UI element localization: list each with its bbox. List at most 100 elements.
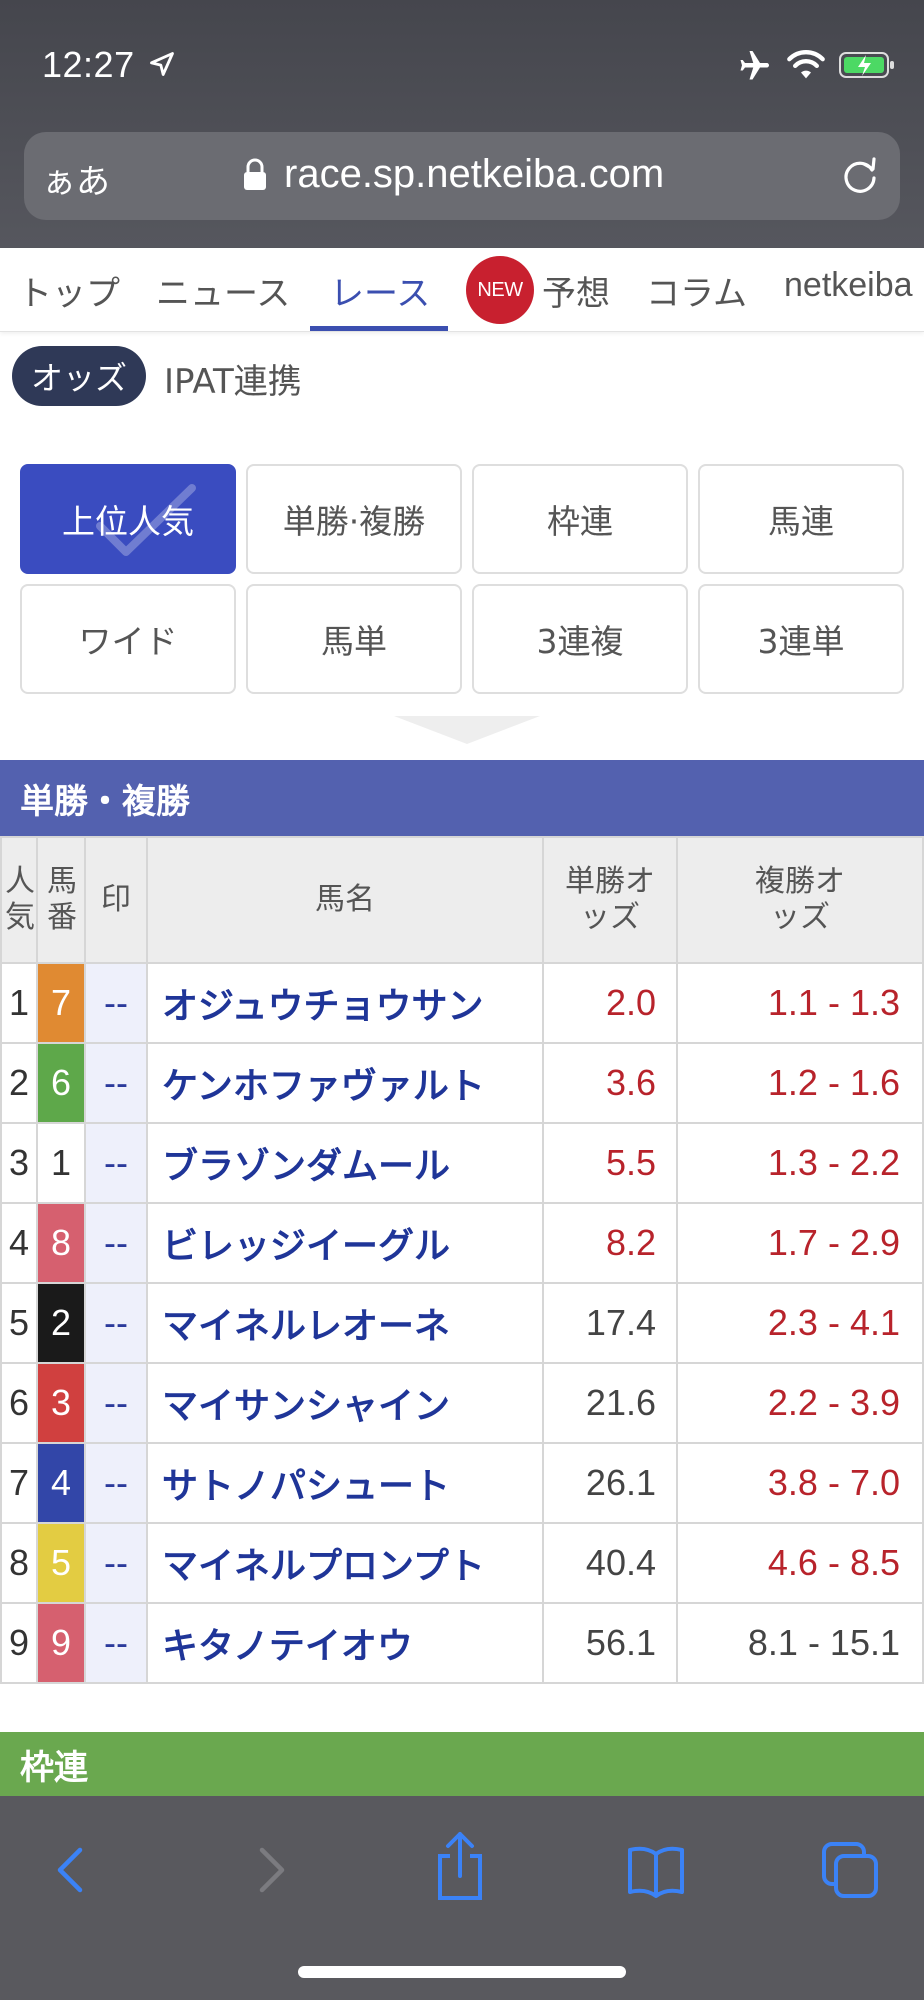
bet-type-trio[interactable]: 3連複 [472,584,688,694]
popularity-cell: 6 [0,1362,38,1444]
nav-race[interactable]: レース [330,266,430,315]
horse-name-link[interactable]: サトノパシュート [146,1442,544,1524]
header-popularity[interactable]: 人気 [0,836,38,964]
bet-type-label: 枠連 [547,502,613,541]
popularity-cell: 8 [0,1522,38,1604]
nav-prediction[interactable]: 予想 [542,266,610,315]
win-odds-cell: 17.4 [542,1282,678,1364]
horse-number-cell: 3 [36,1362,86,1444]
mark-cell[interactable]: -- [84,1362,148,1444]
odds-tab[interactable]: オッズ [12,346,146,406]
header-horse-number-text: 馬番 [47,865,77,934]
mark-cell[interactable]: -- [84,1442,148,1524]
bookmarks-icon[interactable] [624,1838,688,1902]
nav-netkeiba[interactable]: netkeiba [784,266,913,305]
nav-active-underline [310,326,448,331]
bet-type-quinella[interactable]: 馬連 [698,464,904,574]
section-pointer-icon [394,716,540,744]
horse-number-cell: 9 [36,1602,86,1684]
url-text[interactable]: race.sp.netkeiba.com [284,152,664,197]
horse-name-link[interactable]: マイサンシャイン [146,1362,544,1444]
header-popularity-text: 人気 [5,865,35,934]
share-icon[interactable] [428,1828,492,1904]
bet-type-trifecta[interactable]: 3連単 [698,584,904,694]
battery-charging-icon [839,52,894,78]
site-nav: トップ ニュース レース NEW 予想 コラム netkeiba [0,248,924,332]
place-odds-cell: 2.2 - 3.9 [676,1362,924,1444]
horse-number-cell: 5 [36,1522,86,1604]
place-odds-cell: 8.1 - 15.1 [676,1602,924,1684]
status-bar: 12:27 [0,0,924,120]
reload-icon[interactable] [838,154,882,198]
bet-type-label: 馬単 [321,622,387,661]
bet-type-top-popular[interactable]: 上位人気 [20,464,236,574]
horse-name-link[interactable]: キタノテイオウ [146,1602,544,1684]
odds-table-body: 1 7 -- オジュウチョウサン 2.0 1.1 - 1.3 2 6 -- ケンホファヴァルト 3.… [0,962,924,1684]
mark-cell[interactable]: -- [84,1122,148,1204]
place-odds-cell: 3.8 - 7.0 [676,1442,924,1524]
win-odds-cell: 3.6 [542,1042,678,1124]
horse-name-link[interactable]: ブラゾンダムール [146,1122,544,1204]
nav-news[interactable]: ニュース [156,266,290,315]
table-row: 6 3 -- マイサンシャイン 21.6 2.2 - 3.9 [0,1362,924,1444]
status-time: 12:27 [42,44,135,85]
bet-type-wide[interactable]: ワイド [20,584,236,694]
mark-cell[interactable]: -- [84,1282,148,1364]
place-odds-cell: 1.2 - 1.6 [676,1042,924,1124]
ipat-link[interactable]: IPAT連携 [164,354,302,403]
bet-type-label: 上位人気 [62,502,194,541]
bet-type-label: 3連複 [536,622,624,661]
horse-name-link[interactable]: オジュウチョウサン [146,962,544,1044]
bet-type-label: 3連単 [757,622,845,661]
popularity-cell: 5 [0,1282,38,1364]
popularity-cell: 9 [0,1602,38,1684]
lock-icon [244,158,266,190]
mark-cell[interactable]: -- [84,1522,148,1604]
win-odds-cell: 2.0 [542,962,678,1044]
nav-top[interactable]: トップ [18,266,120,315]
popularity-cell: 1 [0,962,38,1044]
horse-name-link[interactable]: ビレッジイーグル [146,1202,544,1284]
bet-type-exacta[interactable]: 馬単 [246,584,462,694]
header-win-odds[interactable]: 単勝オッズ [542,836,678,964]
horse-number-cell: 4 [36,1442,86,1524]
popularity-cell: 3 [0,1122,38,1204]
reader-options-button[interactable]: ぁあ [42,154,110,203]
mark-cell[interactable]: -- [84,1202,148,1284]
back-icon[interactable] [40,1838,104,1902]
header-place-odds[interactable]: 複勝オッズ [676,836,924,964]
bet-type-bracket-quinella[interactable]: 枠連 [472,464,688,574]
tabs-icon[interactable] [818,1838,882,1902]
header-mark: 印 [84,836,148,964]
horse-name-link[interactable]: ケンホファヴァルト [146,1042,544,1124]
table-header-row: 人気 馬番 印 馬名 単勝オッズ 複勝オッズ [0,836,924,964]
bet-type-label: 単勝·複勝 [282,502,426,541]
wifi-icon [787,50,825,79]
horse-number-cell: 6 [36,1042,86,1124]
win-odds-cell: 40.4 [542,1522,678,1604]
odds-table: 人気 馬番 印 馬名 単勝オッズ 複勝オッズ 1 7 -- オジュウチョウサン 2.0 1… [0,836,924,1684]
mark-cell[interactable]: -- [84,1042,148,1124]
popularity-cell: 7 [0,1442,38,1524]
mark-cell[interactable]: -- [84,962,148,1044]
mark-cell[interactable]: -- [84,1602,148,1684]
bet-type-win-place[interactable]: 単勝·複勝 [246,464,462,574]
popularity-cell: 4 [0,1202,38,1284]
table-row: 5 2 -- マイネルレオーネ 17.4 2.3 - 4.1 [0,1282,924,1364]
horse-number-cell: 1 [36,1122,86,1204]
horse-name-link[interactable]: マイネルプロンプト [146,1522,544,1604]
horse-name-link[interactable]: マイネルレオーネ [146,1282,544,1364]
location-arrow-icon [150,52,174,76]
odds-sub-header: オッズ IPAT連携 [0,332,924,420]
section-title-bracket-quinella: 枠連 [0,1732,924,1796]
nav-column[interactable]: コラム [646,266,747,315]
popularity-cell: 2 [0,1042,38,1124]
section-title-win-place: 単勝・複勝 [0,760,924,836]
forward-icon[interactable] [238,1838,302,1902]
browser-top-chrome: 12:27 ぁあ race.sp.netkeiba.com [0,0,924,248]
address-bar[interactable]: ぁあ race.sp.netkeiba.com [24,132,900,220]
home-indicator [298,1966,626,1978]
header-horse-number[interactable]: 馬番 [36,836,86,964]
header-win-odds-text: 単勝オッズ [565,864,655,935]
table-row: 9 9 -- キタノテイオウ 56.1 8.1 - 15.1 [0,1602,924,1684]
